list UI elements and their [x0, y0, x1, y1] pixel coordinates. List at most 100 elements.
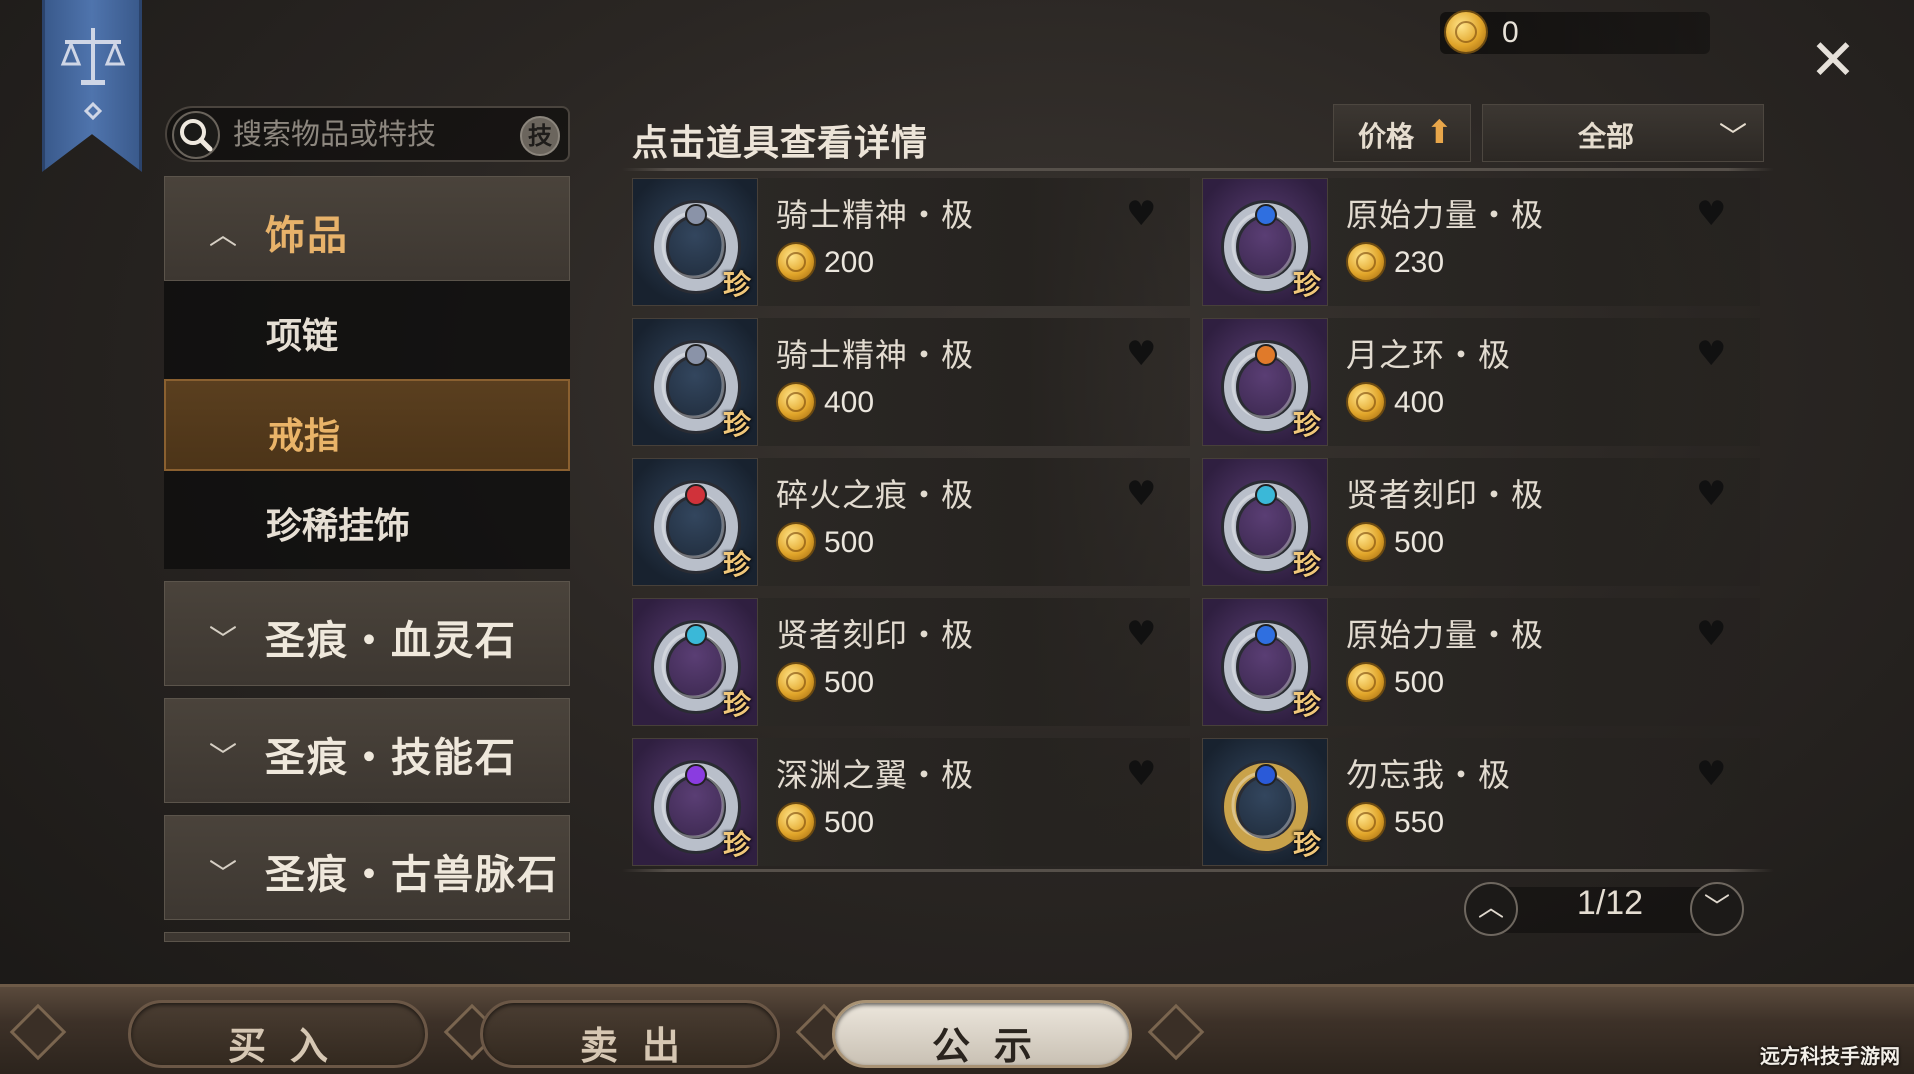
item-card[interactable]: 珍 碎火之痕・极 500 ♥ [632, 458, 1190, 586]
subcategory-ring[interactable]: 戒指 [164, 379, 570, 471]
filter-label: 全部 [1578, 120, 1635, 153]
tab-label: 卖出 [579, 1023, 704, 1068]
subcategory-label: 珍稀挂饰 [266, 506, 411, 547]
item-thumbnail: 珍 [632, 738, 758, 866]
item-card[interactable]: 珍 月之环・极 400 ♥ [1202, 318, 1760, 446]
close-icon: ✕ [1809, 28, 1857, 93]
rarity-badge: 珍 [1292, 268, 1321, 301]
item-card[interactable]: 珍 骑士精神・极 400 ♥ [632, 318, 1190, 446]
item-thumbnail: 珍 [632, 598, 758, 726]
close-button[interactable]: ✕ [1808, 33, 1858, 89]
item-card[interactable]: 珍 骑士精神・极 200 ♥ [632, 178, 1190, 306]
item-name: 原始力量・极 [1346, 196, 1545, 234]
favorite-heart-icon[interactable]: ♥ [1126, 194, 1156, 234]
item-thumbnail: 珍 [632, 318, 758, 446]
subcategory-necklace[interactable]: 项链 [164, 281, 570, 379]
item-price: 550 [1394, 806, 1445, 839]
rarity-badge: 珍 [1292, 548, 1321, 581]
item-name: 月之环・极 [1346, 336, 1512, 374]
category-label: 圣痕・血灵石 [265, 617, 517, 664]
filter-dropdown[interactable]: 全部 ﹀ [1482, 104, 1764, 162]
rarity-badge: 珍 [722, 828, 751, 861]
subcategory-rare-pendant[interactable]: 珍稀挂饰 [164, 471, 570, 569]
item-card[interactable]: 珍 贤者刻印・极 500 ♥ [632, 598, 1190, 726]
rarity-badge: 珍 [1292, 408, 1321, 441]
coin-icon [1346, 242, 1386, 282]
divider [622, 869, 1774, 872]
item-thumbnail: 珍 [1202, 458, 1328, 586]
tab-announcement[interactable]: 公示 [832, 1000, 1132, 1068]
item-thumbnail: 珍 [632, 178, 758, 306]
favorite-heart-icon[interactable]: ♥ [1696, 754, 1726, 794]
subcategory-label: 项链 [266, 316, 339, 357]
page-title: 点击道具查看详情 [632, 122, 929, 164]
category-accessories[interactable]: ︿ 饰品 [164, 176, 570, 281]
page-up-button[interactable]: ︿ [1464, 882, 1518, 936]
skill-search-button[interactable]: 技 [520, 116, 560, 156]
category-label: 圣痕・技能石 [265, 734, 517, 781]
item-thumbnail: 珍 [1202, 738, 1328, 866]
favorite-heart-icon[interactable]: ♥ [1696, 614, 1726, 654]
coin-icon [1346, 662, 1386, 702]
favorite-heart-icon[interactable]: ♥ [1696, 474, 1726, 514]
tab-sell[interactable]: 卖出 [480, 1000, 780, 1068]
divider [622, 168, 1774, 171]
tab-label: 买入 [227, 1023, 352, 1068]
chevron-down-icon: ﹀ [1703, 893, 1730, 923]
item-price: 400 [824, 386, 875, 419]
item-name: 贤者刻印・极 [1346, 476, 1545, 514]
item-card[interactable]: 珍 原始力量・极 500 ♥ [1202, 598, 1760, 726]
category-skill-stone[interactable]: ﹀ 圣痕・技能石 [164, 698, 570, 803]
favorite-heart-icon[interactable]: ♥ [1126, 334, 1156, 374]
category-blood-stone[interactable]: ﹀ 圣痕・血灵石 [164, 581, 570, 686]
sort-label: 价格 [1358, 120, 1415, 153]
category-sidebar: ︿ 饰品 项链 戒指 珍稀挂饰 ﹀ 圣痕・血灵石 ﹀ 圣痕・技能石 ﹀ 圣痕・古… [164, 176, 570, 942]
search-input[interactable] [233, 114, 503, 154]
favorite-heart-icon[interactable]: ♥ [1696, 334, 1726, 374]
tab-label: 公示 [931, 1023, 1056, 1068]
favorite-heart-icon[interactable]: ♥ [1126, 614, 1156, 654]
coin-icon [1444, 10, 1488, 54]
item-thumbnail: 珍 [1202, 178, 1328, 306]
search-bar: 技 [165, 106, 570, 162]
arrow-up-icon: ⬆ [1426, 113, 1453, 151]
chevron-down-icon: ﹀ [209, 857, 238, 890]
item-price: 500 [1394, 666, 1445, 699]
coin-icon [1346, 522, 1386, 562]
item-price: 400 [1394, 386, 1445, 419]
item-card[interactable]: 珍 深渊之翼・极 500 ♥ [632, 738, 1190, 866]
coin-icon [1346, 382, 1386, 422]
coin-icon [776, 242, 816, 282]
item-grid: 珍骑士精神・极 200 ♥ 珍原始力量・极 230 ♥ 珍骑士精神・极 400 ♥ 珍月之环・极 4… [632, 178, 1762, 866]
item-name: 骑士精神・极 [776, 196, 975, 234]
coin-icon [776, 802, 816, 842]
category-beast-stone[interactable]: ﹀ 圣痕・古兽脉石 [164, 815, 570, 920]
coin-icon [1346, 802, 1386, 842]
rarity-badge: 珍 [722, 688, 751, 721]
subcategory-label: 戒指 [268, 416, 341, 457]
tab-buy[interactable]: 买入 [128, 1000, 428, 1068]
search-icon[interactable] [171, 110, 221, 160]
item-price: 500 [1394, 526, 1445, 559]
item-card[interactable]: 珍 贤者刻印・极 500 ♥ [1202, 458, 1760, 586]
item-name: 深渊之翼・极 [776, 756, 975, 794]
chevron-up-icon: ︿ [1477, 893, 1504, 923]
rarity-badge: 珍 [722, 548, 751, 581]
item-thumbnail: 珍 [1202, 318, 1328, 446]
guild-banner [42, 0, 142, 172]
favorite-heart-icon[interactable]: ♥ [1126, 474, 1156, 514]
sort-price-button[interactable]: 价格 ⬆ [1333, 104, 1471, 162]
page-indicator: 1/12 [1576, 884, 1644, 922]
scales-icon [60, 28, 126, 121]
coin-icon [776, 662, 816, 702]
sidebar-scroll-edge [164, 932, 570, 942]
coin-icon [776, 522, 816, 562]
item-name: 原始力量・极 [1346, 616, 1545, 654]
favorite-heart-icon[interactable]: ♥ [1126, 754, 1156, 794]
item-card[interactable]: 珍 勿忘我・极 550 ♥ [1202, 738, 1760, 866]
chevron-down-icon: ﹀ [1718, 120, 1747, 153]
page-down-button[interactable]: ﹀ [1690, 882, 1744, 936]
item-card[interactable]: 珍 原始力量・极 230 ♥ [1202, 178, 1760, 306]
favorite-heart-icon[interactable]: ♥ [1696, 194, 1726, 234]
rarity-badge: 珍 [722, 268, 751, 301]
